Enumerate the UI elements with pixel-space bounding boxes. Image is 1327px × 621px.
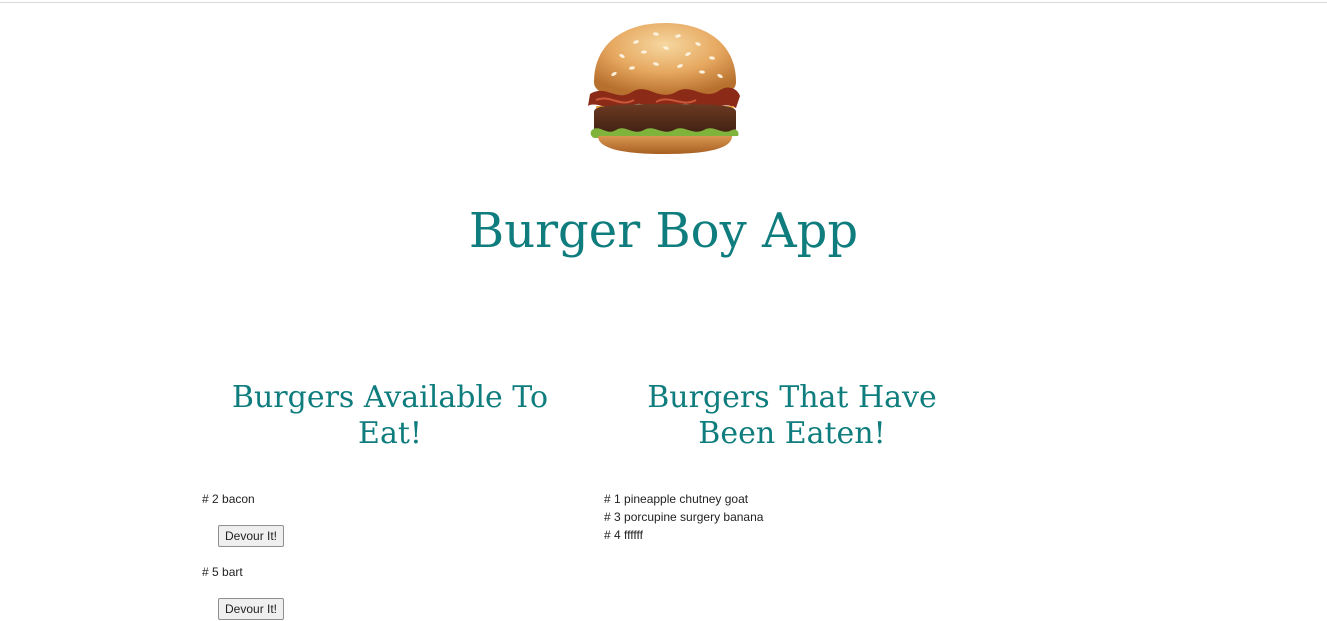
available-burger-item: # 5 bart (202, 565, 243, 579)
available-burger-item: # 2 bacon (202, 492, 255, 506)
eaten-burger-item: # 3 porcupine surgery banana (604, 510, 764, 524)
devour-button[interactable]: Devour It! (218, 525, 285, 547)
page-title: Burger Boy App (468, 203, 859, 259)
hamburger-logo-image (588, 23, 740, 154)
eaten-burgers-heading: Burgers That Have Been Eaten! (647, 380, 937, 451)
eaten-burger-item: # 1 pineapple chutney goat (604, 492, 749, 506)
available-burgers-heading: Burgers Available To Eat! (231, 380, 549, 451)
eaten-burger-item: # 4 ffffff (604, 528, 643, 542)
top-divider (0, 2, 1327, 3)
devour-button[interactable]: Devour It! (218, 598, 285, 620)
